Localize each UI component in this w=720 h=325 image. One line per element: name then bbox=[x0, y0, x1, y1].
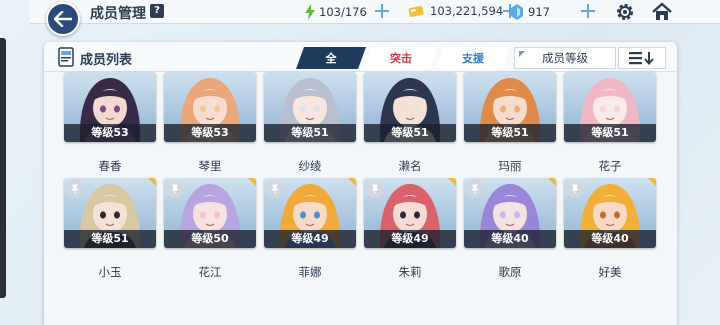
member-level: 等级50 bbox=[164, 230, 256, 248]
left-edge-bar bbox=[0, 38, 6, 298]
member-card[interactable]: 等级51 bbox=[464, 72, 556, 142]
pin-icon[interactable] bbox=[366, 180, 384, 198]
sort-order-button[interactable] bbox=[618, 47, 666, 69]
dropdown-corner-icon bbox=[519, 51, 525, 57]
tab-all[interactable]: 全 bbox=[296, 47, 366, 69]
add-stamina-button[interactable] bbox=[372, 0, 392, 22]
back-arrow-icon bbox=[54, 11, 72, 27]
help-button[interactable]: ? bbox=[150, 4, 164, 18]
member-list-header: 成员列表 全 突击 支援 成员等级 bbox=[44, 42, 677, 72]
member-level: 等级51 bbox=[464, 124, 556, 142]
member-card[interactable]: 等级49 bbox=[264, 178, 356, 248]
member-card[interactable]: 等级51 bbox=[364, 72, 456, 142]
credits-value: 103,221,594 bbox=[430, 4, 504, 18]
sort-order-icon bbox=[629, 52, 654, 65]
stamina-display: 103/176 bbox=[305, 4, 367, 20]
gems-display: 917 bbox=[510, 4, 550, 20]
page-title: 成员管理 bbox=[90, 6, 146, 22]
sort-dropdown[interactable]: 成员等级 bbox=[514, 47, 616, 69]
member-level: 等级51 bbox=[64, 230, 156, 248]
member-name: 好美 bbox=[598, 265, 622, 279]
home-icon[interactable] bbox=[651, 2, 673, 22]
tab-attack[interactable]: 突击 bbox=[364, 47, 438, 69]
member-name: 纱绫 bbox=[298, 159, 322, 173]
member-card[interactable]: 等级50 bbox=[164, 178, 256, 248]
member-level: 等级53 bbox=[64, 124, 156, 142]
member-name: 玛丽 bbox=[498, 159, 522, 173]
member-name: 春香 bbox=[98, 159, 122, 173]
member-name: 菲娜 bbox=[298, 265, 322, 279]
lightning-icon bbox=[305, 4, 315, 20]
gem-icon bbox=[511, 4, 523, 20]
gems-value: 917 bbox=[528, 5, 550, 19]
member-level: 等级51 bbox=[264, 124, 356, 142]
member-name: 歌原 bbox=[498, 265, 522, 279]
sort-label: 成员等级 bbox=[542, 51, 588, 65]
member-name: 花江 bbox=[198, 265, 222, 279]
add-gems-button[interactable] bbox=[578, 0, 598, 22]
member-list-title: 成员列表 bbox=[80, 53, 133, 68]
member-name: 小玉 bbox=[98, 265, 122, 279]
member-card[interactable]: 等级51 bbox=[564, 72, 656, 142]
coin-icon bbox=[408, 6, 424, 17]
pin-icon[interactable] bbox=[66, 180, 84, 198]
member-list-icon bbox=[58, 47, 74, 67]
member-level: 等级49 bbox=[364, 230, 456, 248]
member-level: 等级49 bbox=[264, 230, 356, 248]
member-card[interactable]: 等级40 bbox=[464, 178, 556, 248]
member-level: 等级51 bbox=[364, 124, 456, 142]
member-name: 朱莉 bbox=[398, 265, 422, 279]
member-level: 等级51 bbox=[564, 124, 656, 142]
back-button[interactable] bbox=[46, 2, 80, 36]
member-name: 濑名 bbox=[398, 159, 422, 173]
member-card[interactable]: 等级51 bbox=[64, 178, 156, 248]
member-level: 等级40 bbox=[464, 230, 556, 248]
pin-icon[interactable] bbox=[166, 180, 184, 198]
pin-icon[interactable] bbox=[566, 180, 584, 198]
member-name: 花子 bbox=[598, 159, 622, 173]
gear-icon[interactable] bbox=[614, 2, 636, 22]
stamina-value: 103/176 bbox=[319, 5, 367, 19]
tab-support[interactable]: 支援 bbox=[436, 47, 510, 69]
member-list-panel: 成员列表 全 突击 支援 成员等级 等级53 春香 等级53 琴里 等级51 纱绫 等级51… bbox=[44, 42, 677, 325]
member-name: 琴里 bbox=[198, 159, 222, 173]
pin-icon[interactable] bbox=[466, 180, 484, 198]
member-card[interactable]: 等级49 bbox=[364, 178, 456, 248]
member-card[interactable]: 等级40 bbox=[564, 178, 656, 248]
credits-display: 103,221,594 bbox=[408, 4, 503, 18]
pin-icon[interactable] bbox=[266, 180, 284, 198]
member-level: 等级53 bbox=[164, 124, 256, 142]
member-card[interactable]: 等级53 bbox=[164, 72, 256, 142]
member-level: 等级40 bbox=[564, 230, 656, 248]
member-card[interactable]: 等级51 bbox=[264, 72, 356, 142]
member-card[interactable]: 等级53 bbox=[64, 72, 156, 142]
